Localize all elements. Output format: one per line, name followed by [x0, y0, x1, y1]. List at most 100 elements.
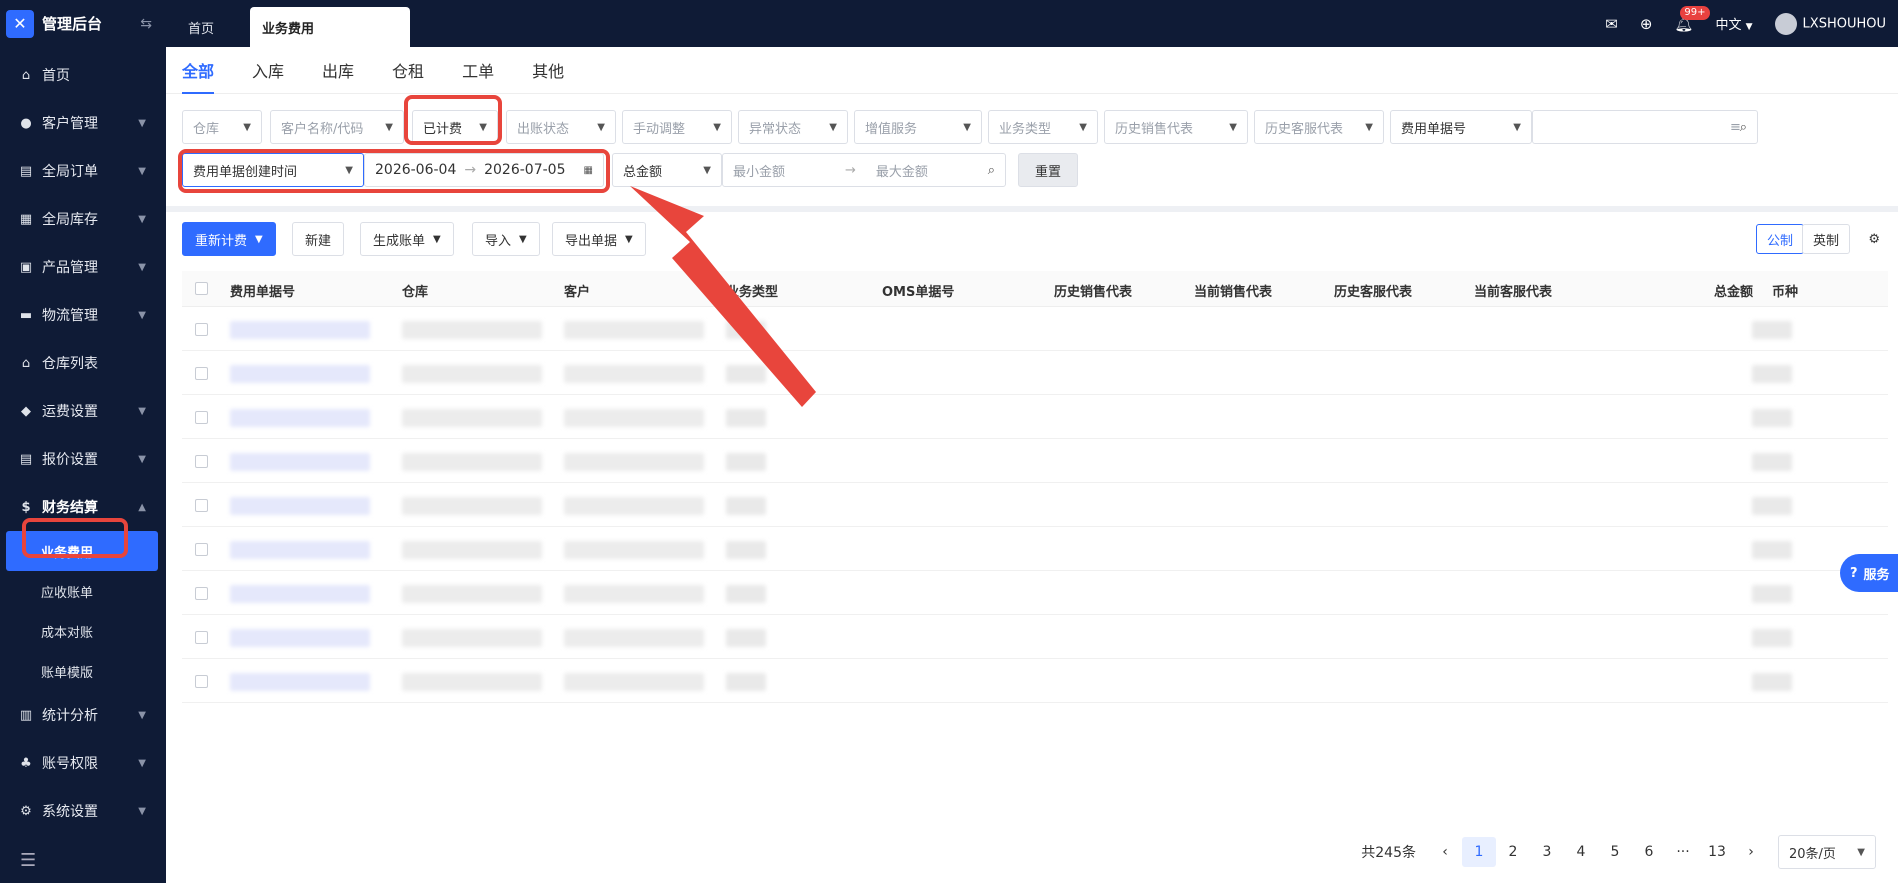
search-icon[interactable]: ⌕	[988, 163, 995, 178]
new-button[interactable]: 新建	[292, 222, 345, 256]
chevron-up-icon: ▲	[138, 501, 146, 513]
sidebar-item-customers[interactable]: ● 客户管理 ▼	[0, 99, 166, 147]
row-checkbox[interactable]	[195, 631, 208, 644]
table-row[interactable]	[182, 527, 1888, 571]
redacted-cell	[402, 321, 542, 339]
user-menu[interactable]: LXSHOUHOU	[1774, 12, 1886, 35]
table-row[interactable]	[182, 571, 1888, 615]
doc-no-type-select[interactable]: 费用单据号 ▼	[1390, 110, 1532, 144]
table-row[interactable]	[182, 307, 1888, 351]
customer-select[interactable]: 客户名称/代码 ▼	[270, 110, 404, 144]
main-content: 全部 入库 出库 仓租 工单 其他 仓库 ▼ 客户名称/代码 ▼ 已计费 ▼ 出账状态…	[166, 47, 1898, 883]
sidebar-sub-receivables[interactable]: 应收账单	[0, 571, 166, 611]
sidebar-item-inventory[interactable]: ▦ 全局库存 ▼	[0, 195, 166, 243]
hist-cs-select[interactable]: 历史客服代表 ▼	[1254, 110, 1384, 144]
reset-button[interactable]: 重置	[1018, 153, 1078, 187]
tab-outbound[interactable]: 出库	[322, 47, 354, 94]
page-5[interactable]: 5	[1598, 837, 1632, 867]
collapse-icon[interactable]: ⇆	[140, 16, 152, 32]
row-checkbox[interactable]	[195, 455, 208, 468]
gen-bill-button[interactable]: 生成账单 ▼	[360, 222, 454, 256]
tab-business-fees[interactable]: 业务费用	[250, 7, 411, 47]
sidebar-item-settings[interactable]: ⚙ 系统设置 ▼	[0, 787, 166, 835]
sidebar-sub-cost-reconcile[interactable]: 成本对账	[0, 611, 166, 651]
sidebar-sub-bill-template[interactable]: 账单模版	[0, 651, 166, 691]
service-float-button[interactable]: ? 服务	[1840, 554, 1898, 592]
row-checkbox[interactable]	[195, 411, 208, 424]
business-type-select[interactable]: 业务类型 ▼	[988, 110, 1098, 144]
redacted-cell	[402, 629, 542, 647]
col-customer: 客户	[564, 285, 591, 300]
pagination: 共245条 ‹ 1 2 3 4 5 6 ··· 13 › 20条/页 ▼	[1361, 835, 1876, 869]
menu-toggle-icon[interactable]: ☰	[20, 850, 36, 871]
sidebar-item-warehouses[interactable]: ⌂ 仓库列表	[0, 339, 166, 387]
language-select[interactable]: 中文 ▼	[1715, 14, 1752, 33]
filter-list-icon[interactable]: ≡	[1722, 110, 1752, 144]
value-added-select[interactable]: 增值服务 ▼	[854, 110, 982, 144]
recalc-button[interactable]: 重新计费 ▼	[182, 222, 276, 256]
exception-status-select[interactable]: 异常状态 ▼	[738, 110, 848, 144]
page-4[interactable]: 4	[1564, 837, 1598, 867]
next-page-icon[interactable]: ›	[1734, 837, 1768, 867]
highlight-box-sidebar	[22, 518, 128, 558]
sidebar-item-quotes[interactable]: ▤ 报价设置 ▼	[0, 435, 166, 483]
column-settings-icon[interactable]: ⚙	[1862, 224, 1886, 254]
invoice-status-select[interactable]: 出账状态 ▼	[506, 110, 616, 144]
table-row[interactable]	[182, 395, 1888, 439]
prev-page-icon[interactable]: ‹	[1428, 837, 1462, 867]
table-row[interactable]	[182, 351, 1888, 395]
page-6[interactable]: 6	[1632, 837, 1666, 867]
tab-home[interactable]: 首页	[176, 7, 226, 47]
imperial-toggle[interactable]: 英制	[1801, 224, 1850, 254]
sidebar-item-stats[interactable]: ▥ 统计分析 ▼	[0, 691, 166, 739]
tab-storage[interactable]: 仓租	[392, 47, 424, 94]
table-row[interactable]	[182, 439, 1888, 483]
amount-range-input[interactable]: 最小金额 → 最大金额 ⌕	[722, 153, 1006, 187]
row-checkbox[interactable]	[195, 675, 208, 688]
sidebar-item-permissions[interactable]: ♣ 账号权限 ▼	[0, 739, 166, 787]
table-row[interactable]	[182, 483, 1888, 527]
manual-adjust-select[interactable]: 手动调整 ▼	[622, 110, 732, 144]
page-3[interactable]: 3	[1530, 837, 1564, 867]
bell-icon[interactable]: 🔔︎ 99+	[1674, 5, 1710, 33]
redacted-cell	[726, 453, 766, 471]
page-size-select[interactable]: 20条/页 ▼	[1778, 835, 1876, 869]
page-ellipsis[interactable]: ···	[1666, 837, 1700, 867]
page-1[interactable]: 1	[1462, 837, 1496, 867]
amount-type-select[interactable]: 总金额 ▼	[612, 153, 722, 187]
row-checkbox[interactable]	[195, 543, 208, 556]
tab-all[interactable]: 全部	[182, 47, 215, 94]
sidebar-item-products[interactable]: ▣ 产品管理 ▼	[0, 243, 166, 291]
row-checkbox[interactable]	[195, 587, 208, 600]
users-icon: ●	[20, 115, 32, 131]
col-warehouse: 仓库	[402, 285, 429, 300]
chevron-down-icon: ▼	[1513, 121, 1521, 133]
page-13[interactable]: 13	[1700, 837, 1734, 867]
table-row[interactable]	[182, 615, 1888, 659]
hist-sales-select[interactable]: 历史销售代表 ▼	[1104, 110, 1248, 144]
tab-workorder[interactable]: 工单	[462, 47, 494, 94]
redacted-cell	[726, 497, 766, 515]
inbox-icon[interactable]: ✉	[1605, 15, 1618, 33]
metric-toggle[interactable]: 公制	[1755, 224, 1804, 254]
page-2[interactable]: 2	[1496, 837, 1530, 867]
warehouse-select[interactable]: 仓库 ▼	[182, 110, 262, 144]
table-row[interactable]	[182, 659, 1888, 703]
row-checkbox[interactable]	[195, 499, 208, 512]
redacted-cell	[1752, 541, 1792, 559]
sidebar-item-home[interactable]: ⌂ 首页	[0, 51, 166, 99]
import-button[interactable]: 导入 ▼	[472, 222, 540, 256]
sidebar-item-orders[interactable]: ▤ 全局订单 ▼	[0, 147, 166, 195]
tab-inbound[interactable]: 入库	[252, 47, 284, 94]
download-icon[interactable]: ⊕	[1640, 15, 1653, 33]
row-checkbox[interactable]	[195, 367, 208, 380]
export-button[interactable]: 导出单据 ▼	[552, 222, 646, 256]
chevron-down-icon: ▼	[255, 233, 263, 245]
tab-other[interactable]: 其他	[532, 47, 564, 94]
select-all-checkbox[interactable]	[195, 282, 208, 295]
table-row[interactable]	[182, 703, 1888, 707]
sidebar-item-freight[interactable]: ◆ 运费设置 ▼	[0, 387, 166, 435]
redacted-cell	[726, 321, 766, 339]
row-checkbox[interactable]	[195, 323, 208, 336]
sidebar-item-logistics[interactable]: ▬ 物流管理 ▼	[0, 291, 166, 339]
